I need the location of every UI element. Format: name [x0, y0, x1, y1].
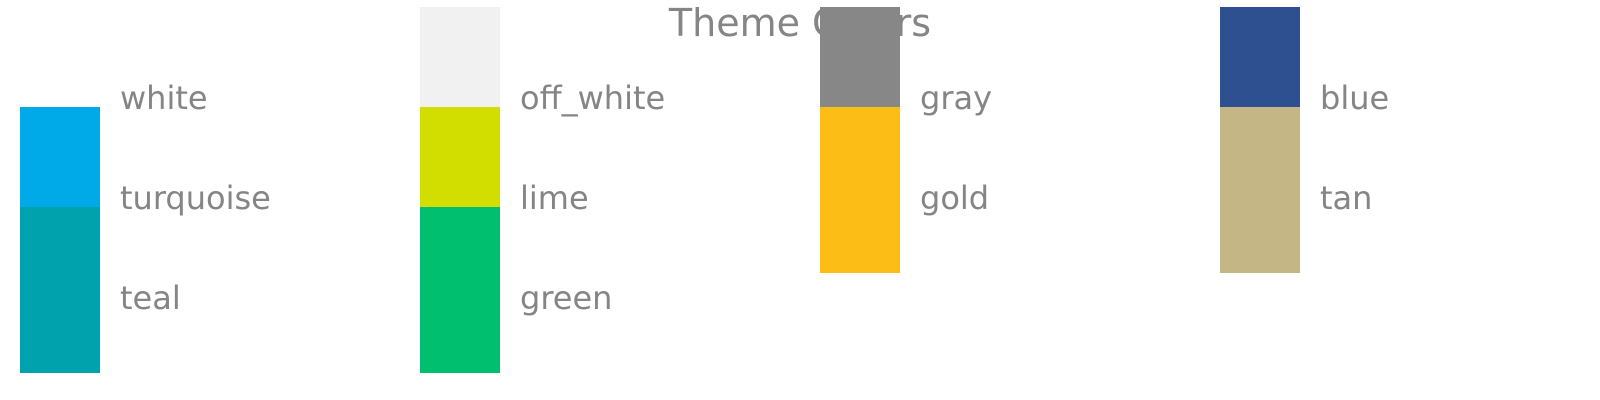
- swatch-label-white: white: [120, 79, 208, 117]
- chart-title: Theme Colors: [668, 1, 932, 45]
- swatch-label-turquoise: turquoise: [120, 179, 271, 217]
- color-swatch-gold: [820, 107, 900, 273]
- color-swatch-tan: [1220, 107, 1300, 273]
- swatch-label-blue: blue: [1320, 79, 1390, 117]
- swatch-label-green: green: [520, 279, 613, 317]
- color-swatch-teal: [20, 207, 100, 373]
- swatch-label-gray: gray: [920, 79, 993, 117]
- color-swatch-green: [420, 207, 500, 373]
- swatch-label-off-white: off_white: [520, 79, 666, 117]
- swatch-label-gold: gold: [920, 179, 990, 217]
- swatch-label-tan: tan: [1320, 179, 1373, 217]
- swatch-label-lime: lime: [520, 179, 589, 217]
- theme-colors-chart: Theme Colors white turquoise teal off_white…: [0, 0, 1600, 400]
- swatch-label-teal: teal: [120, 279, 181, 317]
